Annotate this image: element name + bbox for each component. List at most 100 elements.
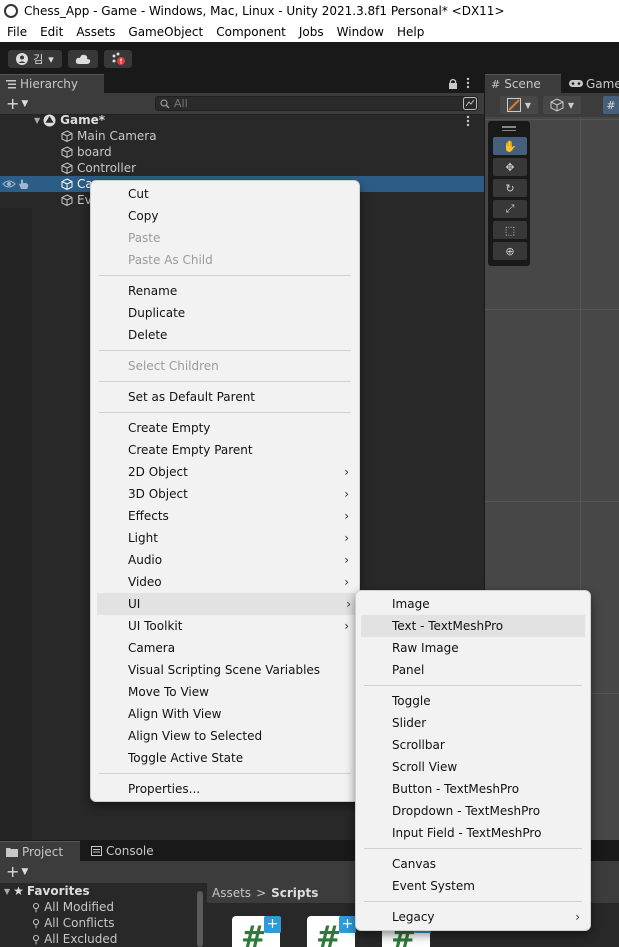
hierarchy-item-board[interactable]: board bbox=[0, 144, 484, 160]
tab-project[interactable]: Project bbox=[0, 841, 80, 861]
hand-tool-button[interactable]: ✋ bbox=[493, 137, 527, 155]
tab-game[interactable]: Game bbox=[565, 74, 619, 93]
menu-item-paste: Paste bbox=[91, 227, 359, 249]
lock-icon[interactable] bbox=[448, 78, 458, 89]
grid-toggle-button[interactable]: # bbox=[603, 96, 619, 114]
menu-item-label: Align View to Selected bbox=[128, 729, 263, 743]
tab-scene[interactable]: # Scene bbox=[485, 74, 561, 93]
menu-item-cut[interactable]: Cut bbox=[91, 183, 359, 205]
menu-item-3d-object[interactable]: 3D Object › bbox=[91, 483, 359, 505]
menu-item-copy[interactable]: Copy bbox=[91, 205, 359, 227]
submenu-item-input-field-textmeshpro[interactable]: Input Field - TextMeshPro bbox=[356, 822, 590, 844]
menu-jobs[interactable]: Jobs bbox=[292, 25, 330, 39]
hierarchy-item-label: Main Camera bbox=[77, 129, 157, 143]
menu-item-2d-object[interactable]: 2D Object › bbox=[91, 461, 359, 483]
tree-scrollbar[interactable] bbox=[197, 891, 203, 947]
submenu-item-text-textmeshpro[interactable]: Text - TextMeshPro bbox=[361, 615, 585, 637]
menu-item-effects[interactable]: Effects › bbox=[91, 505, 359, 527]
rotate-tool-button[interactable]: ↻ bbox=[493, 179, 527, 197]
move-tool-button[interactable]: ✥ bbox=[493, 158, 527, 176]
favorite-item[interactable]: ⚲ All Excluded bbox=[32, 931, 117, 947]
breadcrumb-scripts[interactable]: Scripts bbox=[271, 886, 318, 900]
scene-header: # Scene Game bbox=[485, 74, 619, 93]
cloud-button[interactable] bbox=[68, 50, 98, 68]
draw-mode-dropdown[interactable]: ▼ bbox=[500, 96, 538, 114]
tab-console[interactable]: Console bbox=[88, 841, 168, 861]
menu-item-label: Delete bbox=[128, 328, 168, 342]
grid-line bbox=[485, 501, 619, 502]
menu-item-camera[interactable]: Camera bbox=[91, 637, 359, 659]
favorites-header[interactable]: ▼ ★ Favorites bbox=[4, 883, 90, 899]
menu-item-label: Input Field - TextMeshPro bbox=[392, 826, 542, 840]
menu-assets[interactable]: Assets bbox=[69, 25, 121, 39]
menu-item-duplicate[interactable]: Duplicate bbox=[91, 302, 359, 324]
menu-gameobject[interactable]: GameObject bbox=[121, 25, 209, 39]
drag-handle[interactable] bbox=[502, 126, 516, 128]
tab-hierarchy[interactable]: Hierarchy bbox=[0, 74, 104, 93]
submenu-item-legacy[interactable]: Legacy › bbox=[356, 906, 590, 928]
menu-item-toggle-active-state[interactable]: Toggle Active State bbox=[91, 747, 359, 769]
menu-item-audio[interactable]: Audio › bbox=[91, 549, 359, 571]
menu-item-delete[interactable]: Delete bbox=[91, 324, 359, 346]
menu-item-move-to-view[interactable]: Move To View bbox=[91, 681, 359, 703]
submenu-item-button-textmeshpro[interactable]: Button - TextMeshPro bbox=[356, 778, 590, 800]
menu-item-align-with-view[interactable]: Align With View bbox=[91, 703, 359, 725]
gameobject-cube-icon bbox=[61, 194, 73, 206]
submenu-item-slider[interactable]: Slider bbox=[356, 712, 590, 734]
menu-item-align-view-to-selected[interactable]: Align View to Selected bbox=[91, 725, 359, 747]
collab-button[interactable] bbox=[104, 50, 132, 68]
submenu-item-scrollbar[interactable]: Scrollbar bbox=[356, 734, 590, 756]
account-button[interactable]: 김 ▾ bbox=[8, 50, 62, 68]
scene-visibility-icon[interactable] bbox=[463, 97, 477, 110]
menu-item-properties[interactable]: Properties... bbox=[91, 778, 359, 800]
menu-file[interactable]: File bbox=[0, 25, 33, 39]
hierarchy-item-main-camera[interactable]: Main Camera bbox=[0, 128, 484, 144]
script-asset[interactable]: # + bbox=[232, 916, 281, 947]
create-button[interactable]: + ▼ bbox=[6, 95, 32, 113]
submenu-item-dropdown-textmeshpro[interactable]: Dropdown - TextMeshPro bbox=[356, 800, 590, 822]
project-create-button[interactable]: + ▼ bbox=[6, 863, 32, 881]
menu-item-create-empty-parent[interactable]: Create Empty Parent bbox=[91, 439, 359, 461]
menu-item-create-empty[interactable]: Create Empty bbox=[91, 417, 359, 439]
visibility-eye-icon[interactable] bbox=[2, 179, 16, 189]
menu-item-ui-toolkit[interactable]: UI Toolkit › bbox=[91, 615, 359, 637]
more-options-icon[interactable] bbox=[466, 77, 470, 89]
menu-component[interactable]: Component bbox=[209, 25, 292, 39]
submenu-item-toggle[interactable]: Toggle bbox=[356, 690, 590, 712]
menu-item-label: Paste As Child bbox=[128, 253, 213, 267]
menu-item-visual-scripting-scene-variables[interactable]: Visual Scripting Scene Variables bbox=[91, 659, 359, 681]
gizmo-dropdown[interactable]: ▼ bbox=[543, 96, 581, 114]
favorite-item[interactable]: ⚲ All Conflicts bbox=[32, 915, 115, 931]
submenu-item-event-system[interactable]: Event System bbox=[356, 875, 590, 897]
scene-root-row[interactable]: ▼ Game* bbox=[0, 112, 484, 128]
submenu-item-panel[interactable]: Panel bbox=[356, 659, 590, 681]
ui-submenu: Image Text - TextMeshPro Raw Image Panel… bbox=[355, 590, 591, 931]
menu-item-label: Scrollbar bbox=[392, 738, 445, 752]
scale-tool-button[interactable]: ⤢ bbox=[493, 200, 527, 218]
menu-item-ui[interactable]: UI › bbox=[97, 593, 355, 615]
menu-window[interactable]: Window bbox=[330, 25, 390, 39]
menu-help[interactable]: Help bbox=[390, 25, 430, 39]
hierarchy-item-controller[interactable]: Controller bbox=[0, 160, 484, 176]
submenu-item-scroll-view[interactable]: Scroll View bbox=[356, 756, 590, 778]
menu-edit[interactable]: Edit bbox=[33, 25, 69, 39]
scene-toolbar: ▼ ▼ # bbox=[485, 93, 619, 117]
hierarchy-search-input[interactable]: All bbox=[155, 96, 478, 111]
menu-item-rename[interactable]: Rename bbox=[91, 280, 359, 302]
pickable-hand-icon[interactable] bbox=[18, 179, 30, 190]
breadcrumb-assets[interactable]: Assets bbox=[212, 886, 251, 900]
script-asset[interactable]: # + bbox=[307, 916, 356, 947]
submenu-item-canvas[interactable]: Canvas bbox=[356, 853, 590, 875]
menu-item-label: Image bbox=[392, 597, 430, 611]
menu-item-set-default-parent[interactable]: Set as Default Parent bbox=[91, 386, 359, 408]
menu-item-light[interactable]: Light › bbox=[91, 527, 359, 549]
favorite-item[interactable]: ⚲ All Modified bbox=[32, 899, 114, 915]
menu-item-video[interactable]: Video › bbox=[91, 571, 359, 593]
rect-tool-button[interactable]: ⬚ bbox=[493, 221, 527, 239]
menu-separator bbox=[99, 275, 351, 276]
hierarchy-header: Hierarchy bbox=[0, 74, 484, 93]
submenu-item-image[interactable]: Image bbox=[356, 593, 590, 615]
cloud-icon bbox=[75, 54, 91, 64]
transform-tool-button[interactable]: ⊕ bbox=[493, 242, 527, 260]
submenu-item-raw-image[interactable]: Raw Image bbox=[356, 637, 590, 659]
